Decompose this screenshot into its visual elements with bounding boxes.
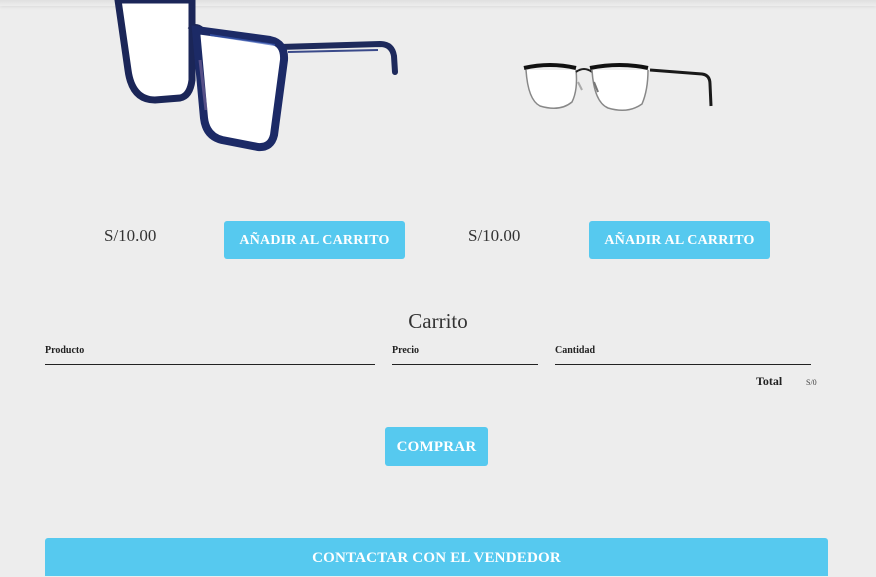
add-to-cart-button-2[interactable]: AÑADIR AL CARRITO — [589, 221, 770, 259]
column-header-cantidad: Cantidad — [555, 343, 811, 365]
total-value: S/0 — [806, 378, 817, 387]
contact-seller-button[interactable]: CONTACTAR CON EL VENDEDOR — [45, 538, 828, 576]
add-to-cart-button-1[interactable]: AÑADIR AL CARRITO — [224, 221, 405, 259]
cart-title: Carrito — [408, 309, 468, 333]
buy-button[interactable]: COMPRAR — [385, 427, 488, 466]
product-1-image — [114, 0, 398, 152]
column-header-producto: Producto — [45, 343, 375, 365]
product-1-price: S/10.00 — [104, 226, 157, 245]
column-header-precio: Precio — [392, 343, 538, 365]
total-label: Total — [756, 374, 783, 388]
product-2-image — [523, 63, 713, 111]
product-2-price: S/10.00 — [468, 226, 521, 245]
